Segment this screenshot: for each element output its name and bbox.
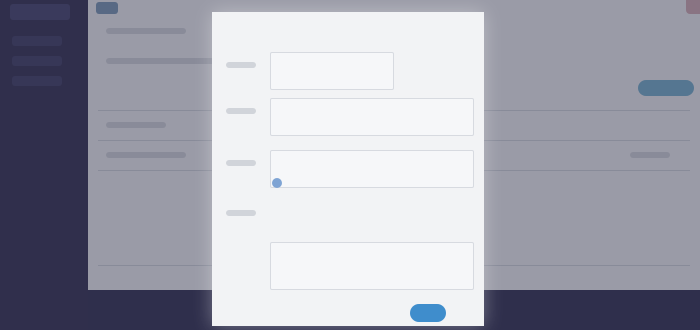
field-label bbox=[226, 210, 256, 216]
field-label bbox=[226, 62, 256, 68]
app-root bbox=[0, 0, 700, 330]
modal-title bbox=[212, 12, 213, 13]
text-input[interactable] bbox=[270, 150, 474, 188]
modal-confirm-button[interactable] bbox=[410, 304, 446, 322]
text-input[interactable] bbox=[270, 52, 394, 90]
field-row bbox=[226, 200, 474, 240]
field-row bbox=[226, 98, 474, 138]
radio-selected-icon[interactable] bbox=[272, 178, 282, 188]
notes-textarea[interactable] bbox=[270, 242, 474, 290]
field-row bbox=[226, 52, 474, 92]
modal-dialog bbox=[212, 12, 484, 326]
text-input[interactable] bbox=[270, 98, 474, 136]
field-label bbox=[226, 108, 256, 114]
field-label bbox=[226, 160, 256, 166]
field-row bbox=[226, 150, 474, 190]
